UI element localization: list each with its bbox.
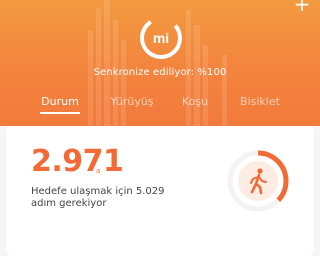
active-tab-indicator [40,112,80,114]
tab-label: Koşu [181,95,209,108]
tab-bisiklet[interactable]: Bisiklet [232,94,288,118]
tab-label: Durum [41,95,79,108]
header-banner: + mi Senkronize ediliyor: %100 Durum Yür… [0,0,320,126]
step-unit: a [96,167,101,175]
sync-status: Senkronize ediliyor: %100 [93,67,227,78]
goal-line-1: Hedefe ulaşmak için 5.029 [31,186,165,197]
mi-logo-text: mi [153,30,169,46]
tab-durum[interactable]: Durum [36,94,84,118]
add-button[interactable]: + [292,0,312,14]
step-count: 2.971 [31,144,124,179]
mi-logo-ring: mi [140,17,182,59]
tab-kosu[interactable]: Koşu [170,94,220,118]
tab-yuruyus[interactable]: Yürüyüş [102,94,162,118]
tab-label: Yürüyüş [110,95,154,108]
step-progress-ring [227,150,289,212]
goal-remaining-text: Hedefe ulaşmak için 5.029 adım gerekiyor [31,186,181,210]
tab-label: Bisiklet [240,95,280,108]
tab-bar: Durum Yürüyüş Koşu Bisiklet [0,94,320,118]
goal-line-2: adım gerekiyor [31,198,107,209]
